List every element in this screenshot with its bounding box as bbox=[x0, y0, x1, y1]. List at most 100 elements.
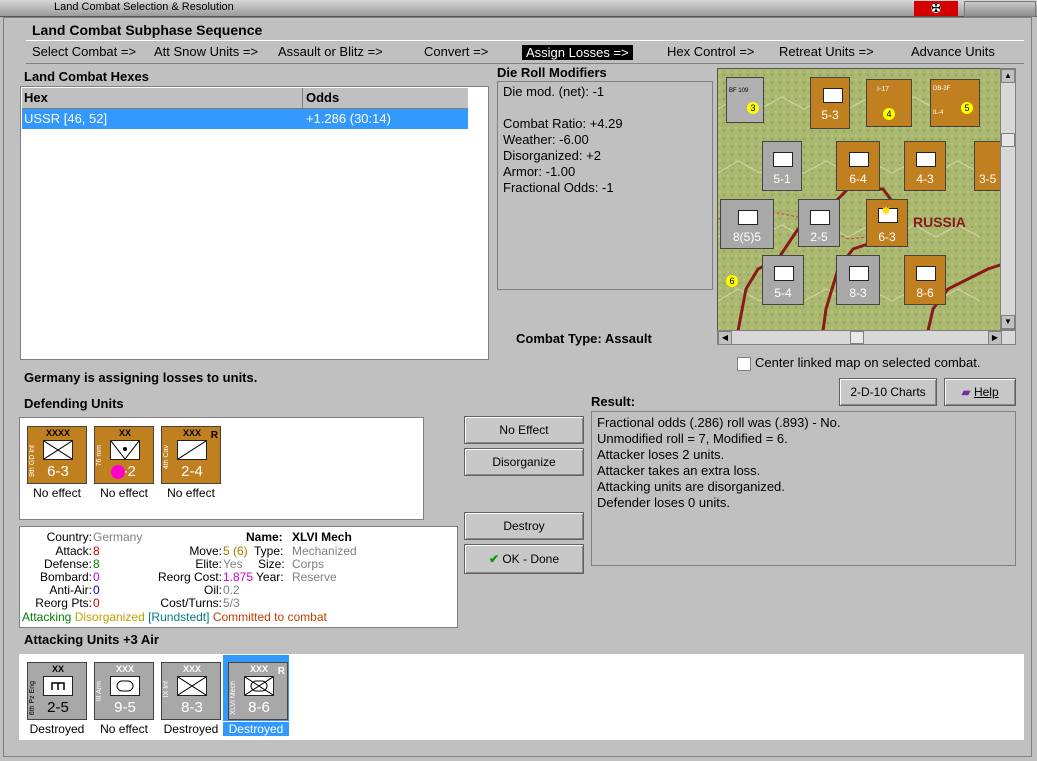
reserve-marker: R bbox=[277, 666, 285, 677]
map-vertical-scrollbar[interactable]: ▲ ▼ bbox=[1000, 68, 1016, 330]
air-unit-db3f[interactable]: DB-3F IL-4 5 bbox=[930, 79, 980, 127]
charts-button[interactable]: 2-D-10 Charts bbox=[839, 378, 937, 406]
disorganize-button[interactable]: Disorganize bbox=[464, 448, 584, 476]
unit-badge-icon bbox=[111, 465, 125, 479]
modifiers-title: Die Roll Modifiers bbox=[497, 65, 607, 80]
column-odds[interactable]: Odds bbox=[306, 90, 339, 105]
defender-unit-2[interactable]: XX 76 mm 3-2 bbox=[94, 426, 154, 484]
attacker-unit-3[interactable]: XXX IX Inf 8-3 bbox=[161, 662, 221, 720]
attack-value: 8 bbox=[93, 544, 100, 558]
air-unit-badge: 4 bbox=[883, 108, 895, 120]
result-line-5: Attacking units are disorganized. bbox=[597, 479, 785, 494]
scroll-left-icon[interactable]: ◀ bbox=[718, 331, 732, 345]
unit-size: XXX bbox=[115, 664, 134, 674]
armor-symbol-icon bbox=[110, 676, 140, 696]
scroll-right-icon[interactable]: ▶ bbox=[988, 331, 1002, 345]
attacker-unit-2[interactable]: XXX III Arm 9-5 bbox=[94, 662, 154, 720]
mechanized-symbol-icon bbox=[244, 676, 274, 696]
hex-row-selected[interactable]: USSR [46, 52] +1.286 (30:14) bbox=[22, 109, 468, 129]
defender-unit-1[interactable]: XXXX 9th GD Inf 6-3 bbox=[27, 426, 87, 484]
phase-hex-control: Hex Control => bbox=[667, 44, 755, 59]
reserve-marker: R bbox=[210, 430, 218, 441]
unit-stat: 2-5 bbox=[47, 699, 69, 716]
reorg-label: Reorg Pts: bbox=[35, 596, 92, 610]
attacker-status-4: Destroyed bbox=[223, 722, 289, 736]
result-line-4: Attacker takes an extra loss. bbox=[597, 463, 761, 478]
map-counter-8-6[interactable]: 8-6 bbox=[904, 255, 946, 305]
map-region-label: RUSSIA bbox=[913, 214, 966, 230]
defender-unit-3[interactable]: XXX 4th Cav R 2-4 bbox=[161, 426, 221, 484]
vertical-scroll-thumb[interactable] bbox=[1001, 133, 1015, 147]
no-effect-button[interactable]: No Effect bbox=[464, 416, 584, 444]
map-counter-stat: 6-4 bbox=[849, 172, 867, 186]
name-value: XLVI Mech bbox=[292, 530, 352, 544]
name-label: Name: bbox=[246, 530, 283, 544]
attacker-unit-1[interactable]: XX 6th Pz Eng 2-5 bbox=[27, 662, 87, 720]
scroll-down-icon[interactable]: ▼ bbox=[1001, 315, 1015, 329]
move-label: Move: bbox=[189, 544, 222, 558]
horizontal-scroll-thumb[interactable] bbox=[850, 331, 864, 344]
map-counter-8-5-5[interactable]: 8(5)5 bbox=[720, 199, 774, 249]
ok-done-button[interactable]: ✔ OK - Done bbox=[464, 544, 584, 574]
map-badge-6: 6 bbox=[726, 275, 738, 287]
cost-turns-value: 5/3 bbox=[223, 596, 240, 610]
window-controls[interactable] bbox=[964, 1, 1036, 17]
type-label: Type: bbox=[254, 544, 284, 558]
unit-stat: 8-6 bbox=[248, 699, 270, 716]
mod-weather: Weather: -6.00 bbox=[503, 132, 589, 147]
german-flag-icon bbox=[914, 1, 958, 16]
map-counter-stat: 2-5 bbox=[810, 230, 828, 244]
combat-type-caption: Combat Type: bbox=[516, 331, 602, 346]
air-unit-badge: 3 bbox=[747, 102, 759, 114]
map-counter-5-1[interactable]: 5-1 bbox=[762, 141, 802, 191]
map-counter-6-3[interactable]: ✸ 6-3 bbox=[866, 199, 908, 247]
engineer-symbol-icon bbox=[43, 676, 73, 696]
country-value: Germany bbox=[93, 530, 143, 544]
air-unit-bf109[interactable]: BF 109 3 bbox=[726, 77, 764, 123]
destroy-label: Destroy bbox=[503, 519, 545, 533]
map-counter-stat: 8(5)5 bbox=[732, 230, 761, 244]
scroll-up-icon[interactable]: ▲ bbox=[1001, 69, 1015, 83]
map-counter-6-4[interactable]: 6-4 bbox=[836, 141, 880, 191]
bombard-label: Bombard: bbox=[39, 570, 92, 584]
map-horizontal-scrollbar[interactable]: ◀ ▶ bbox=[717, 330, 1016, 345]
phase-retreat-units: Retreat Units => bbox=[779, 44, 874, 59]
column-hex[interactable]: Hex bbox=[24, 90, 48, 105]
map-counter-stat: 8-6 bbox=[916, 286, 934, 300]
defending-title: Defending Units bbox=[24, 396, 124, 411]
hexes-title: Land Combat Hexes bbox=[24, 69, 149, 84]
help-button[interactable]: ▰ Help bbox=[944, 378, 1016, 406]
mod-net: Die mod. (net): -1 bbox=[503, 84, 605, 99]
artillery-symbol-icon bbox=[110, 440, 140, 460]
status-hq: [Rundstedt] bbox=[148, 610, 210, 624]
oil-label: Oil: bbox=[204, 583, 222, 597]
map-counter-8-3[interactable]: 8-3 bbox=[836, 255, 880, 305]
result-title: Result: bbox=[591, 394, 636, 409]
subphase-title: Land Combat Subphase Sequence bbox=[32, 22, 263, 38]
destroy-button[interactable]: Destroy bbox=[464, 512, 584, 540]
phase-select-combat: Select Combat => bbox=[32, 44, 137, 59]
help-book-icon: ▰ bbox=[961, 385, 971, 399]
map-counter-5-3[interactable]: 5-3 bbox=[810, 77, 850, 129]
air-unit-i17[interactable]: I-17 4 bbox=[866, 79, 912, 127]
oil-value: 0.2 bbox=[223, 583, 240, 597]
attacker-status-2: No effect bbox=[100, 722, 148, 736]
center-map-checkbox[interactable] bbox=[737, 357, 751, 371]
attacker-status-3: Destroyed bbox=[163, 722, 219, 736]
unit-size: XX bbox=[51, 664, 64, 674]
map-counter-stat: 6-3 bbox=[878, 230, 896, 244]
help-button-label: Help bbox=[973, 385, 999, 399]
status-committed: Committed to combat bbox=[212, 610, 327, 624]
reorg-value: 0 bbox=[93, 596, 100, 610]
air-unit-name: DB-3F bbox=[933, 86, 951, 92]
unit-name: IX Inf bbox=[163, 681, 170, 698]
phase-assign-losses: Assign Losses => bbox=[522, 45, 633, 60]
result-line-1: Fractional odds (.286) roll was (.893) -… bbox=[597, 415, 841, 430]
attacker-unit-4[interactable]: XXX XLVI Mech R 8-6 bbox=[228, 662, 288, 720]
map-counter-stat: 8-3 bbox=[849, 286, 867, 300]
mini-map[interactable]: RUSSIA BF 109 3 5-3 I-17 4 DB-3F IL-4 5 … bbox=[717, 68, 1004, 332]
map-counter-4-3[interactable]: 4-3 bbox=[904, 141, 946, 191]
result-line-2: Unmodified roll = 7, Modified = 6. bbox=[597, 431, 788, 446]
map-counter-5-4[interactable]: 5-4 bbox=[762, 255, 804, 305]
map-counter-2-5[interactable]: 2-5 bbox=[798, 199, 840, 247]
